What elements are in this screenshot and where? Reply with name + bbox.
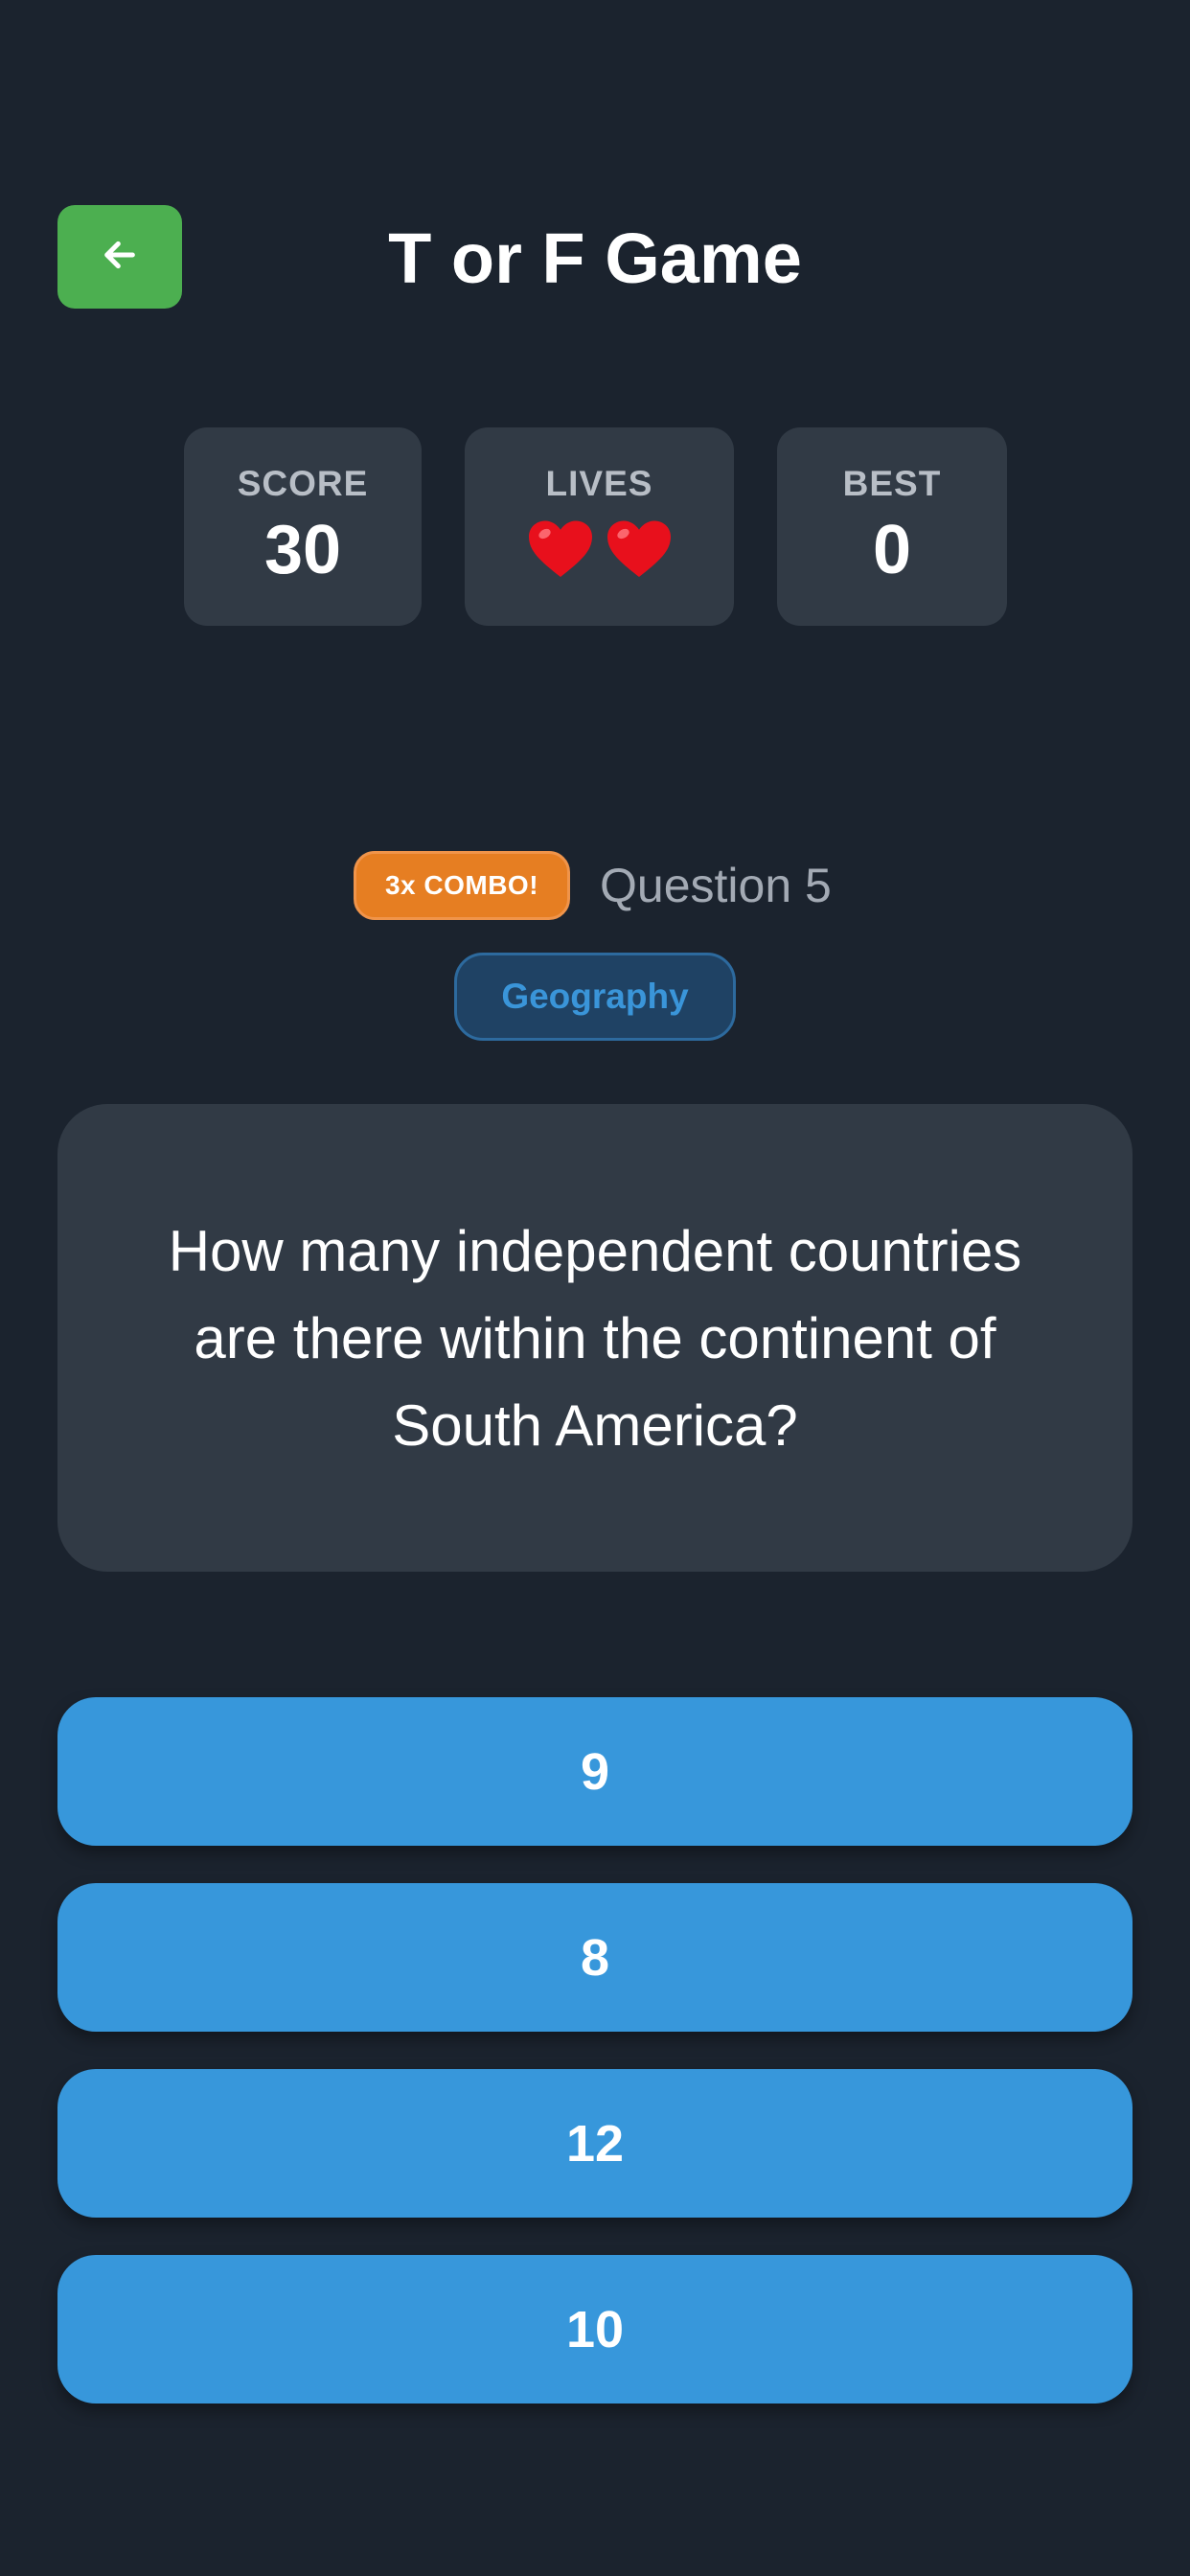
question-card: How many independent countries are there… [57,1104,1133,1572]
page-title: T or F Game [388,218,802,298]
lives-card: LIVES [465,427,734,626]
answer-button-2[interactable]: 8 [57,1883,1133,2032]
combo-badge: 3x COMBO! [354,851,570,920]
answer-button-4[interactable]: 10 [57,2255,1133,2404]
answer-button-1[interactable]: 9 [57,1697,1133,1846]
score-value: 30 [263,512,342,588]
heart-icon [526,516,595,586]
score-label: SCORE [237,464,369,503]
heart-icon [605,516,674,586]
score-card: SCORE 30 [184,427,422,626]
best-value: 0 [872,512,912,588]
question-number: Question 5 [600,859,832,912]
lives-hearts [465,510,734,590]
lives-label: LIVES [545,464,653,503]
best-card: BEST 0 [777,427,1007,626]
answer-button-3[interactable]: 12 [57,2069,1133,2218]
best-label: BEST [842,464,942,503]
category-badge: Geography [454,953,736,1041]
question-text: How many independent countries are there… [168,1218,1022,1458]
